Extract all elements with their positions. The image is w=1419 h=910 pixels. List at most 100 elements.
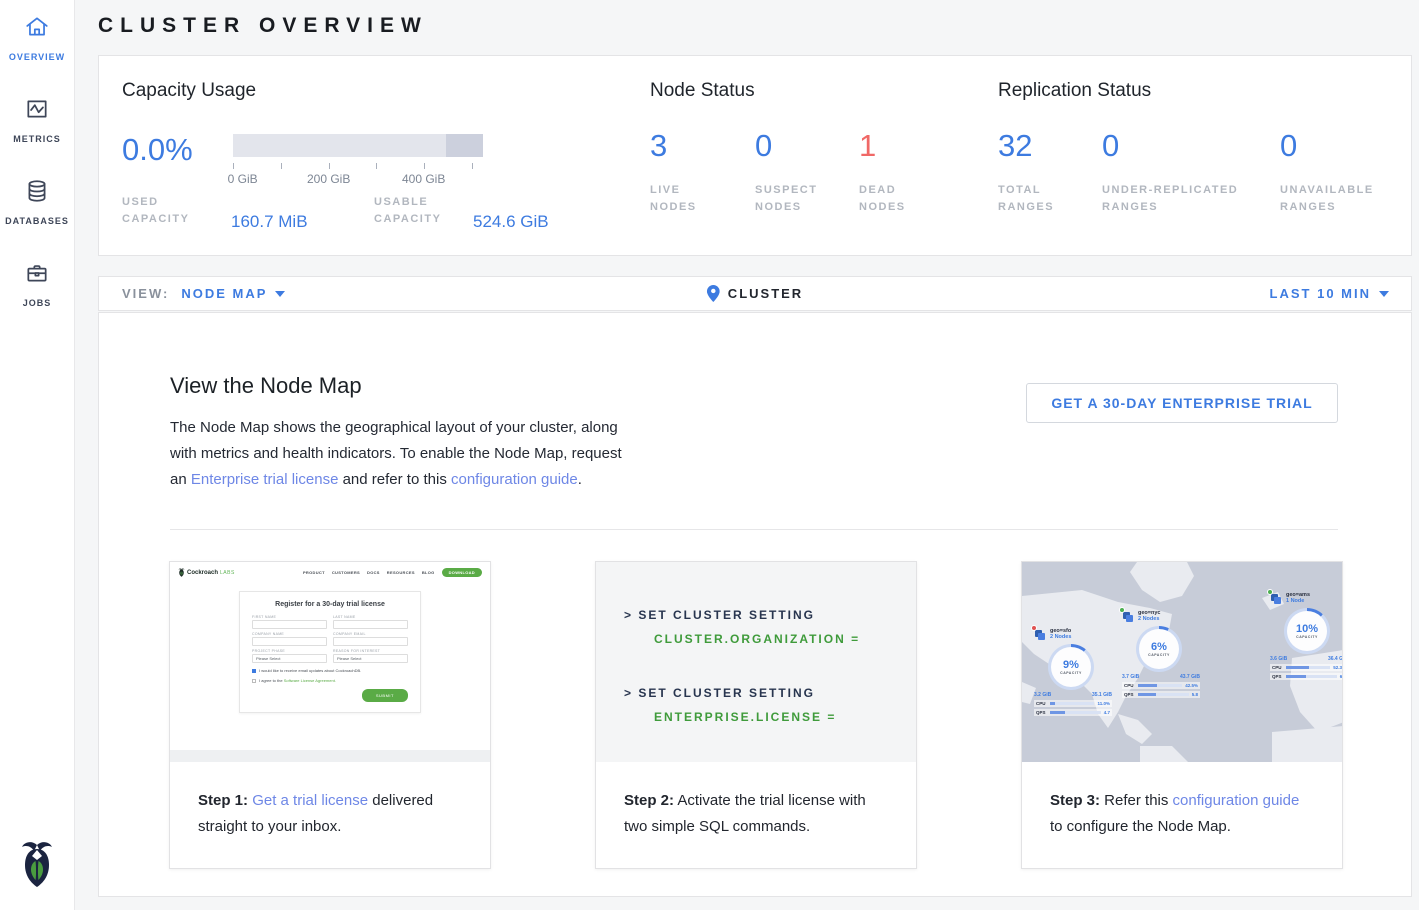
sidebar: OVERVIEW METRICS DATABASES	[0, 0, 75, 910]
mini-form-title: Register for a 30-day trial license	[252, 601, 408, 608]
used-capacity-label: USED CAPACITY	[122, 194, 212, 228]
replication-status-title: Replication Status	[998, 80, 1410, 102]
cockroach-labs-logo: Cockroach LABS	[178, 568, 235, 577]
home-icon	[24, 14, 50, 45]
node-map-heading: View the Node Map	[170, 373, 632, 399]
page-title: CLUSTER OVERVIEW	[98, 14, 428, 38]
sidebar-item-label: DATABASES	[5, 216, 69, 226]
capacity-bar: 0 GiB 200 GiB 400 GiB	[233, 134, 483, 168]
sidebar-item-jobs[interactable]: JOBS	[23, 260, 52, 308]
step-1-caption: Step 1: Get a trial license delivered st…	[170, 762, 490, 840]
capacity-usage-section: Capacity Usage 0.0% 0 GiB 200 GiB 400 Gi…	[122, 80, 483, 168]
dead-nodes-value: 1	[859, 128, 964, 164]
capacity-donut: 9% CAPACITY	[1048, 644, 1094, 690]
used-capacity-value: 160.7 MiB	[231, 212, 308, 232]
databases-icon	[24, 178, 50, 209]
mini-reason-select: Please Select	[333, 654, 408, 663]
step-1-card: Cockroach LABS PRODUCT CUSTOMERS DOCS RE…	[169, 561, 491, 869]
node-status-title: Node Status	[650, 80, 964, 102]
locality-nyc: geo=nyc 2 Nodes 6% CAPACITY 3.7 GiB43.7 …	[1122, 610, 1222, 698]
sidebar-item-overview[interactable]: OVERVIEW	[9, 14, 65, 62]
configuration-guide-link[interactable]: configuration guide	[1173, 792, 1300, 809]
sidebar-item-metrics[interactable]: METRICS	[13, 96, 61, 144]
configuration-guide-link[interactable]: configuration guide	[451, 471, 578, 488]
status-live-icon	[1267, 589, 1273, 595]
usable-capacity-value: 524.6 GiB	[473, 212, 549, 232]
trial-license-screenshot: Cockroach LABS PRODUCT CUSTOMERS DOCS RE…	[170, 562, 490, 762]
node-map-preview: geo=sfo 2 Nodes 9% CAPACITY 3.2 GiB35.1 …	[1022, 562, 1342, 762]
capacity-bar-reserved-segment	[446, 134, 483, 157]
mini-nav-docs: DOCS	[367, 570, 380, 575]
capacity-axis-tick: 400 GiB	[402, 172, 445, 186]
sql-line: ENTERPRISE.LICENSE =	[596, 705, 916, 729]
main-content: CLUSTER OVERVIEW Capacity Usage 0.0% 0 G…	[75, 0, 1419, 910]
get-trial-license-link[interactable]: Get a trial license	[252, 792, 368, 809]
replication-status-section: Replication Status 32 TOTAL RANGES 0 UND…	[998, 80, 1410, 216]
sidebar-item-label: JOBS	[23, 298, 52, 308]
node-map-description: The Node Map shows the geographical layo…	[170, 415, 632, 493]
mini-download-button: DOWNLOAD	[442, 568, 482, 577]
capacity-axis-tick: 0 GiB	[228, 172, 258, 186]
total-ranges-label: TOTAL RANGES	[998, 182, 1063, 216]
mini-project-phase-select: Please Select	[252, 654, 327, 663]
locality-ams: geo=ams 1 Node 10% CAPACITY 3.6 GiB36.4 …	[1270, 592, 1342, 680]
status-dead-icon	[1031, 625, 1037, 631]
mini-nav-product: PRODUCT	[303, 570, 325, 575]
total-ranges-value: 32	[998, 128, 1102, 164]
mini-company-name-input	[252, 637, 327, 646]
node-group-icon	[1122, 610, 1134, 622]
usable-capacity-label: USABLE CAPACITY	[374, 194, 464, 228]
capacity-axis-tick: 200 GiB	[307, 172, 350, 186]
sidebar-item-label: METRICS	[13, 134, 61, 144]
node-group-icon	[1034, 628, 1046, 640]
under-replicated-ranges-stat: 0 UNDER-REPLICATED RANGES	[1102, 128, 1280, 216]
dead-nodes-stat: 1 DEAD NODES	[859, 128, 964, 216]
node-group-icon	[1270, 592, 1282, 604]
capacity-donut: 6% CAPACITY	[1136, 626, 1182, 672]
divider	[170, 529, 1338, 530]
unavailable-ranges-stat: 0 UNAVAILABLE RANGES	[1280, 128, 1410, 216]
mini-first-name-input	[252, 620, 327, 629]
mini-submit-button: SUBMIT	[362, 689, 408, 702]
status-live-icon	[1119, 607, 1125, 613]
sidebar-item-label: OVERVIEW	[9, 52, 65, 62]
mini-nav-blog: BLOG	[422, 570, 435, 575]
chevron-down-icon	[275, 291, 285, 297]
under-replicated-ranges-value: 0	[1102, 128, 1280, 164]
mini-company-email-input	[333, 637, 408, 646]
enterprise-trial-license-link[interactable]: Enterprise trial license	[191, 471, 339, 488]
live-nodes-label: LIVE NODES	[650, 182, 720, 216]
mini-checkbox-updates	[252, 669, 256, 673]
mini-last-name-input	[333, 620, 408, 629]
map-pin-icon	[707, 285, 720, 302]
time-range-dropdown[interactable]: LAST 10 MIN	[1270, 286, 1411, 301]
view-selector-dropdown[interactable]: NODE MAP	[181, 286, 285, 301]
capacity-used-percent: 0.0%	[122, 132, 193, 168]
sidebar-item-databases[interactable]: DATABASES	[5, 178, 69, 226]
capacity-usage-title: Capacity Usage	[122, 80, 483, 102]
unavailable-ranges-label: UNAVAILABLE RANGES	[1280, 182, 1390, 216]
capacity-donut: 10% CAPACITY	[1284, 608, 1330, 654]
mini-checkbox-license	[252, 679, 256, 683]
dead-nodes-label: DEAD NODES	[859, 182, 919, 216]
metrics-icon	[24, 96, 50, 127]
live-nodes-stat: 3 LIVE NODES	[650, 128, 755, 216]
sql-commands-block: > SET CLUSTER SETTING CLUSTER.ORGANIZATI…	[596, 562, 916, 762]
view-bar: VIEW: NODE MAP CLUSTER LAST 10 MIN	[98, 276, 1412, 311]
step-2-card: > SET CLUSTER SETTING CLUSTER.ORGANIZATI…	[595, 561, 917, 869]
node-status-section: Node Status 3 LIVE NODES 0 SUSPECT NODES…	[650, 80, 964, 216]
sql-line: CLUSTER.ORGANIZATION =	[596, 627, 916, 651]
under-replicated-ranges-label: UNDER-REPLICATED RANGES	[1102, 182, 1262, 216]
mini-nav-resources: RESOURCES	[387, 570, 415, 575]
mini-nav-customers: CUSTOMERS	[332, 570, 360, 575]
step-3-card: geo=sfo 2 Nodes 9% CAPACITY 3.2 GiB35.1 …	[1021, 561, 1343, 869]
sql-line: > SET CLUSTER SETTING	[596, 681, 916, 705]
enterprise-trial-button[interactable]: GET A 30-DAY ENTERPRISE TRIAL	[1026, 383, 1338, 423]
jobs-icon	[24, 260, 50, 291]
step-3-caption: Step 3: Refer this configuration guide t…	[1022, 762, 1342, 840]
cluster-summary-card: Capacity Usage 0.0% 0 GiB 200 GiB 400 Gi…	[98, 55, 1412, 256]
suspect-nodes-stat: 0 SUSPECT NODES	[755, 128, 859, 216]
breadcrumb-cluster: CLUSTER	[707, 285, 803, 302]
total-ranges-stat: 32 TOTAL RANGES	[998, 128, 1102, 216]
view-label: VIEW:	[122, 286, 169, 301]
